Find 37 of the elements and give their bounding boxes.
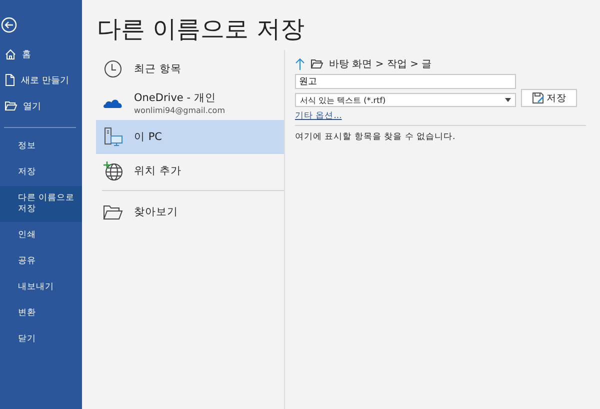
file-name-field[interactable]: 원고 [295,74,516,89]
cloud-icon [103,97,123,109]
location-item[interactable]: OneDrive - 개인 wonlimi94@gmail.com [96,86,284,120]
location-name: OneDrive - 개인 [134,91,217,105]
caret-icon [505,98,511,102]
folder-path[interactable]: 바탕 화면 > 작업 > 글 [329,57,432,71]
empty-message: 여기에 표시할 항목을 찾을 수 없습니다. [295,131,456,143]
location-item[interactable]: 찾아보기 [96,195,284,229]
up-arrow-icon[interactable] [295,58,305,70]
location-item[interactable]: 이 PC [96,120,284,154]
document-icon [5,74,15,86]
home-icon [5,48,16,60]
sidebar-item[interactable]: 열기 [0,93,82,119]
sidebar-item[interactable]: 공유 [0,248,82,274]
file-type-dropdown[interactable]: 서식 있는 텍스트 (*.rtf) [295,93,516,107]
location-item[interactable]: 최근 항목 [96,52,284,86]
save-icon [532,92,544,104]
computer-icon [103,127,123,147]
sidebar-item[interactable]: 정보 [0,134,82,160]
folder-icon [311,59,323,69]
sidebar-item[interactable]: 닫기 [0,326,82,352]
save-button[interactable]: 저장 [521,89,577,107]
sidebar-item[interactable]: 홈 [0,41,82,67]
location-item[interactable]: 위치 추가 [96,154,284,188]
clock-icon [104,60,122,78]
sidebar-item[interactable]: 다른 이름으로 저장 [0,186,82,222]
sidebar-item[interactable]: 저장 [0,160,82,186]
folder-icon [5,101,17,111]
more-options-link[interactable]: 기타 옵션... [295,110,342,122]
sidebar-item[interactable]: 새로 만들기 [0,67,82,93]
sidebar-item[interactable]: 인쇄 [0,222,82,248]
page-title: 다른 이름으로 저장 [97,14,306,45]
sidebar-item[interactable]: 변환 [0,300,82,326]
folder-icon [103,204,123,220]
sidebar-item[interactable]: 내보내기 [0,274,82,300]
globe-plus-icon [103,161,123,181]
account-email: wonlimi94@gmail.com [134,106,225,115]
